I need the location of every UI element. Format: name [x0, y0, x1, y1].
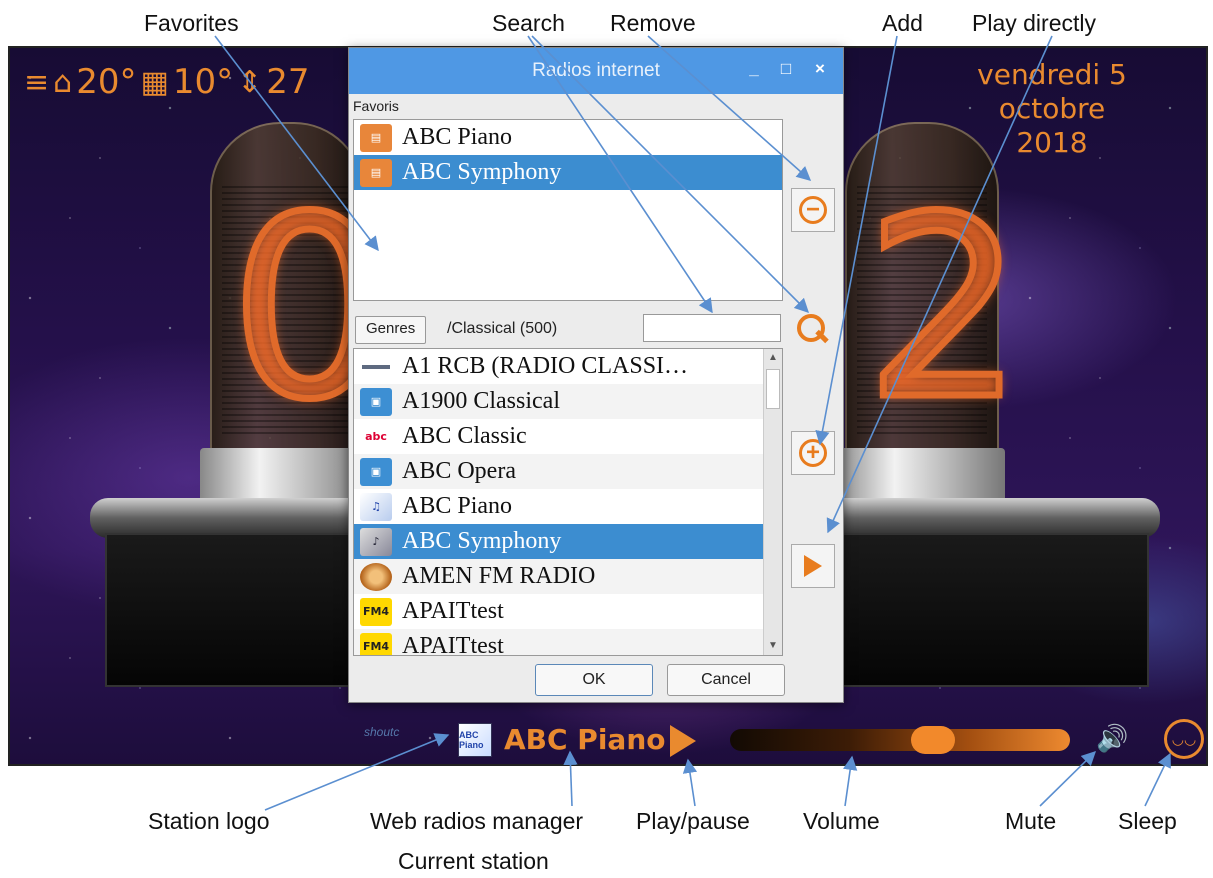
label-current-station: Current station: [398, 848, 549, 874]
label-volume: Volume: [803, 808, 880, 834]
label-web-radios-manager: Web radios manager: [370, 808, 584, 834]
label-sleep: Sleep: [1118, 808, 1177, 834]
label-add: Add: [882, 10, 923, 36]
label-favorites: Favorites: [144, 10, 239, 36]
label-search: Search: [492, 10, 565, 36]
label-play-pause: Play/pause: [636, 808, 750, 834]
label-station-logo: Station logo: [148, 808, 270, 834]
label-mute: Mute: [1005, 808, 1057, 834]
label-remove: Remove: [610, 10, 696, 36]
label-play-directly: Play directly: [972, 10, 1096, 36]
annotation-arrows: [214, 35, 1171, 811]
